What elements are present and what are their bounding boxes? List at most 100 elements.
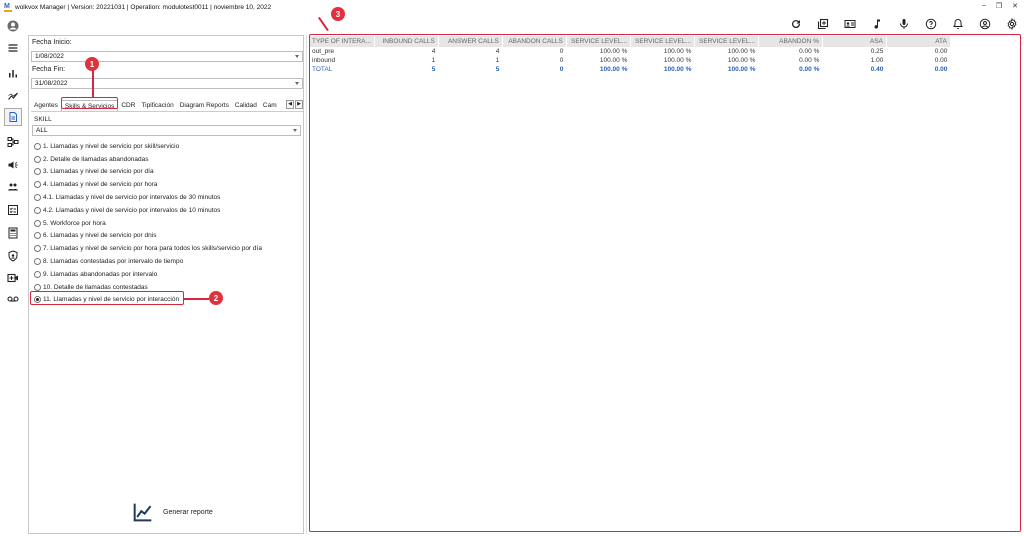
- minimize-button[interactable]: –: [982, 2, 986, 10]
- generate-report-button[interactable]: Generar reporte: [133, 502, 213, 522]
- tab-diagram-reports[interactable]: Diagram Reports: [177, 100, 232, 111]
- radio-button[interactable]: [34, 181, 41, 189]
- menu-icon[interactable]: [4, 39, 22, 57]
- title-bar: M wolkvox Manager | Version: 20221031 | …: [0, 0, 1024, 14]
- table-cell: 100.00 %: [727, 66, 756, 73]
- report-option[interactable]: 4. Llamadas y nivel de servicio por hora: [34, 178, 302, 191]
- column-header[interactable]: ATA: [886, 36, 951, 47]
- table-cell: 0.40: [870, 66, 884, 73]
- radio-button[interactable]: [34, 245, 41, 253]
- microphone-icon[interactable]: [898, 18, 910, 30]
- table-cell: 100.00 %: [663, 66, 692, 73]
- restore-button[interactable]: ❐: [996, 2, 1002, 10]
- radio-button[interactable]: [34, 155, 41, 163]
- radio-button[interactable]: [34, 142, 41, 150]
- radio-button[interactable]: [34, 219, 41, 227]
- contact-card-icon[interactable]: [844, 18, 856, 30]
- column-header[interactable]: SERVICE LEVEL...: [694, 36, 759, 47]
- tab-tipificacion[interactable]: Tipificación: [138, 100, 176, 111]
- notification-bell-icon[interactable]: [952, 18, 964, 30]
- column-header[interactable]: ABANDON %: [758, 36, 823, 47]
- calculator-icon[interactable]: [4, 224, 22, 242]
- radio-button[interactable]: [34, 258, 41, 266]
- chevron-down-icon: [293, 129, 297, 132]
- radio-button[interactable]: [34, 232, 41, 240]
- campaign-icon[interactable]: [4, 156, 22, 174]
- table-row[interactable]: out_pre 4 4 0 100.00 % 100.00 % 100.00 % 0.00 %…: [309, 47, 950, 56]
- tab-campanas[interactable]: Cam: [260, 100, 280, 111]
- tab-agentes[interactable]: Agentes: [31, 100, 61, 111]
- refresh-icon[interactable]: [790, 18, 802, 30]
- report-option[interactable]: 4.2. Llamadas y nivel de servicio por in…: [34, 204, 302, 217]
- radio-button[interactable]: [34, 206, 41, 214]
- column-header[interactable]: SERVICE LEVEL...: [630, 36, 695, 47]
- tab-scroll-right-icon[interactable]: ▶: [295, 100, 303, 109]
- report-option[interactable]: 3. Llamadas y nivel de servicio por día: [34, 166, 302, 179]
- tab-skills-servicios[interactable]: Skills & Servicios: [60, 100, 119, 111]
- report-option-label: 4.1. Llamadas y nivel de servicio por in…: [43, 194, 221, 202]
- column-header[interactable]: ASA: [822, 36, 887, 47]
- radio-button[interactable]: [34, 270, 41, 278]
- skill-value: ALL: [36, 127, 48, 134]
- table-cell: 0.25: [870, 48, 884, 55]
- report-option[interactable]: 1. Llamadas y nivel de servicio por skil…: [34, 140, 302, 153]
- window-title: wolkvox Manager | Version: 20221031 | Op…: [15, 3, 272, 11]
- report-option[interactable]: 8. Llamadas contestadas por intervalo de…: [34, 255, 302, 268]
- table-cell: 100.00 %: [599, 66, 628, 73]
- library-add-icon[interactable]: [817, 18, 829, 30]
- report-option[interactable]: 11. Llamadas y nivel de servicio por int…: [34, 294, 302, 307]
- report-option-label: 10. Detalle de llamadas contestadas: [43, 283, 148, 291]
- table-total-row[interactable]: TOTAL 5 5 0 100.00 % 100.00 % 100.00 % 0.00 % 0.…: [309, 65, 950, 74]
- table-cell: TOTAL: [312, 66, 333, 73]
- settings-icon[interactable]: [1006, 18, 1018, 30]
- video-add-icon[interactable]: [4, 269, 22, 287]
- start-date-label: Fecha Inicio:: [32, 39, 72, 46]
- voicemail-icon[interactable]: [4, 290, 22, 308]
- group-icon[interactable]: [4, 178, 22, 196]
- report-results-grid: TYPE OF INTERA... INBOUND CALLS ANSWER CAL…: [309, 36, 1021, 532]
- panel-splitter[interactable]: [306, 35, 307, 534]
- report-doc-icon[interactable]: [4, 108, 22, 126]
- report-option[interactable]: 7. Llamadas y nivel de servicio por hora…: [34, 242, 302, 255]
- flow-diagram-icon[interactable]: [4, 133, 22, 151]
- shield-icon[interactable]: [4, 247, 22, 265]
- table-cell: 0: [559, 57, 564, 64]
- skill-label: SKILL: [34, 116, 52, 123]
- report-option[interactable]: 6. Llamadas y nivel de servicio por dnis: [34, 230, 302, 243]
- user-avatar-icon[interactable]: [4, 17, 22, 35]
- radio-button[interactable]: [34, 283, 41, 291]
- end-date-label: Fecha Fin:: [32, 66, 66, 73]
- report-option[interactable]: 5. Workforce por hora: [34, 217, 302, 230]
- tab-cdr[interactable]: CDR: [118, 100, 138, 111]
- report-option[interactable]: 4.1. Llamadas y nivel de servicio por in…: [34, 191, 302, 204]
- account-icon[interactable]: [979, 18, 991, 30]
- column-header[interactable]: ABANDON CALLS: [502, 36, 567, 47]
- radio-button[interactable]: [34, 168, 41, 176]
- report-option-label: 4.2. Llamadas y nivel de servicio por in…: [43, 206, 221, 214]
- table-cell: 0.00 %: [799, 66, 820, 73]
- skill-select[interactable]: ALL: [32, 125, 301, 136]
- column-header[interactable]: INBOUND CALLS: [374, 36, 439, 47]
- table-cell: 0.00 %: [799, 48, 820, 55]
- report-option[interactable]: 9. Llamadas abandonadas por intervalo: [34, 268, 302, 281]
- table-cell: inbound: [312, 57, 336, 64]
- column-header[interactable]: SERVICE LEVEL...: [566, 36, 631, 47]
- tab-scroll-left-icon[interactable]: ◀: [286, 100, 294, 109]
- music-note-icon[interactable]: [871, 18, 883, 30]
- column-header[interactable]: TYPE OF INTERA...: [309, 36, 375, 47]
- end-date-picker[interactable]: 31/08/2022: [31, 78, 303, 89]
- report-option[interactable]: 10. Detalle de llamadas contestadas: [34, 281, 302, 294]
- radio-button[interactable]: [34, 194, 41, 202]
- close-button[interactable]: ✕: [1012, 2, 1018, 10]
- radio-button[interactable]: [34, 296, 41, 304]
- tab-calidad[interactable]: Calidad: [232, 100, 260, 111]
- report-option[interactable]: 2. Detalle de llamadas abandonadas: [34, 153, 302, 166]
- checklist-icon[interactable]: [4, 201, 22, 219]
- start-date-picker[interactable]: 1/08/2022: [31, 51, 303, 62]
- bar-chart-icon[interactable]: [4, 64, 22, 82]
- help-icon[interactable]: [925, 18, 937, 30]
- trend-chart-icon[interactable]: [4, 87, 22, 105]
- column-header[interactable]: ANSWER CALLS: [438, 36, 503, 47]
- start-date-value: 1/08/2022: [35, 53, 64, 60]
- table-row[interactable]: inbound 1 1 0 100.00 % 100.00 % 100.00 % 0.00 %…: [309, 56, 950, 65]
